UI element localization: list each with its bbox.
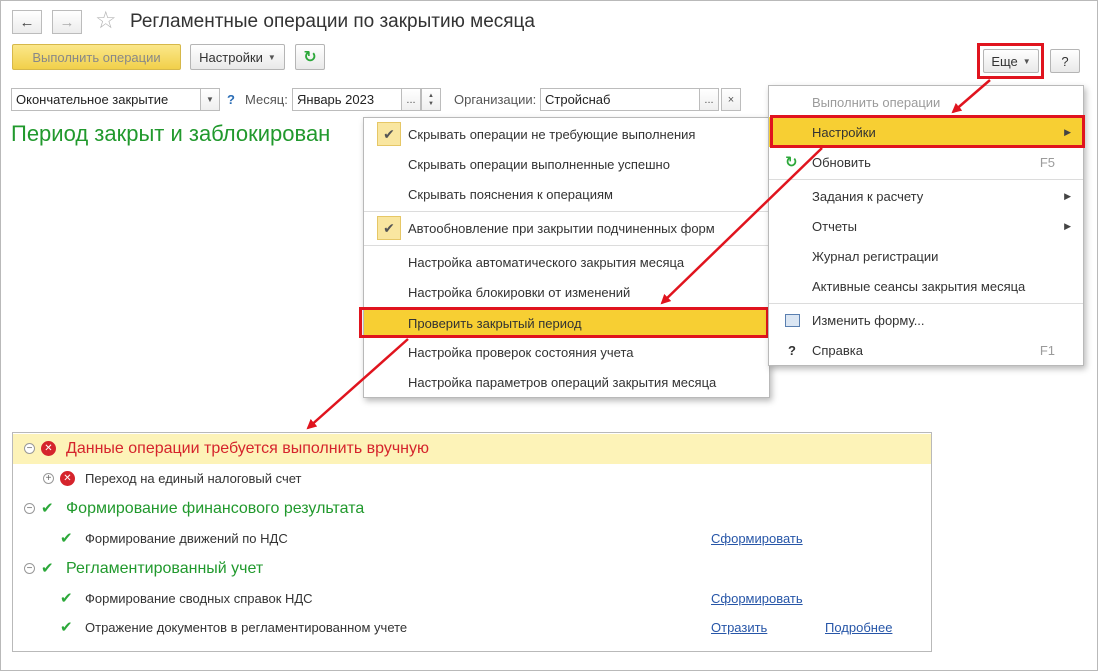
group-manual-operations[interactable]: − ✕ Данные операции требуется выполнить … <box>13 434 931 464</box>
collapse-toggle-icon[interactable]: − <box>24 503 35 514</box>
details-link[interactable]: Подробнее <box>825 620 892 635</box>
collapse-toggle-icon[interactable]: − <box>24 563 35 574</box>
table-row: ✔ Формирование сводных справок НДС Сформ… <box>60 590 803 607</box>
table-row: ✔ Формирование движений по НДС Сформиров… <box>60 530 803 547</box>
group-financial-result[interactable]: − ✔ Формирование финансового результата <box>13 494 931 524</box>
table-row: ✔ Отражение документов в регламентирован… <box>60 619 893 636</box>
table-row: + ✕ Переход на единый налоговый счет <box>13 464 931 494</box>
success-check-icon: ✔ <box>41 500 54 517</box>
expand-toggle-icon[interactable]: + <box>43 473 54 484</box>
generate-link[interactable]: Сформировать <box>711 531 803 546</box>
group-regulated-accounting[interactable]: − ✔ Регламентированный учет <box>13 554 931 584</box>
arrow-to-results <box>306 338 409 430</box>
operations-results-panel: − ✕ Данные операции требуется выполнить … <box>12 432 932 652</box>
arrow-to-check-period <box>660 147 823 305</box>
generate-link[interactable]: Сформировать <box>711 591 803 606</box>
arrow-to-settings <box>951 79 991 114</box>
error-icon: ✕ <box>60 471 75 486</box>
reflect-link[interactable]: Отразить <box>711 620 767 635</box>
success-check-icon: ✔ <box>60 619 73 636</box>
success-check-icon: ✔ <box>41 560 54 577</box>
error-icon: ✕ <box>41 441 56 456</box>
collapse-toggle-icon[interactable]: − <box>24 443 35 454</box>
success-check-icon: ✔ <box>60 590 73 607</box>
success-check-icon: ✔ <box>60 530 73 547</box>
